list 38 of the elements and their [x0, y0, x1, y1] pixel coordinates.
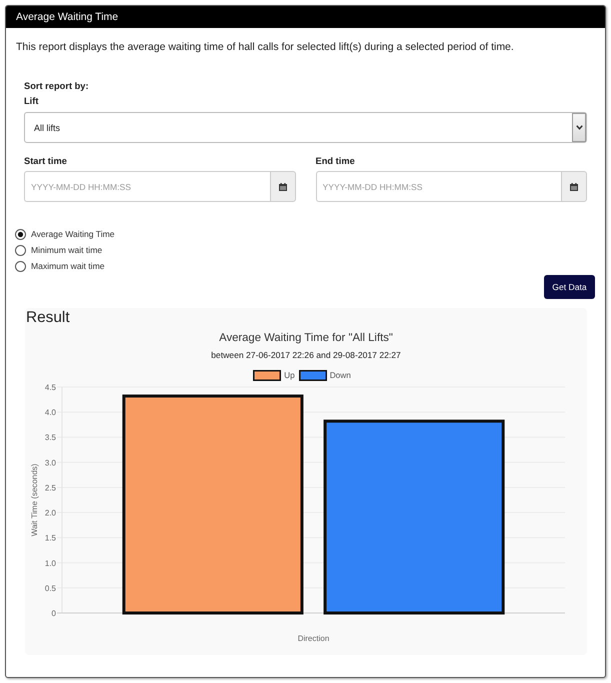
y-tick-label: 0.5 — [44, 584, 56, 593]
y-tick-label: 1.0 — [44, 558, 56, 568]
y-tick-label: 1.5 — [44, 533, 56, 542]
chart-title: Average Waiting Time for "All Lifts" — [219, 330, 393, 345]
y-tick-label: 0 — [52, 608, 56, 618]
y-axis-title: Wait Time (seconds) — [30, 463, 39, 536]
radio-label[interactable]: Minimum wait time — [31, 245, 102, 256]
y-tick-label: 2.0 — [44, 508, 56, 518]
calendar-icon — [570, 182, 578, 190]
date-time-field[interactable]: YYYY-MM-DD HH:MM:SS — [24, 171, 270, 202]
get-data-button[interactable]: Get Data — [544, 275, 595, 299]
report-description: This report displays the average waiting time of hall calls for selected lift(s) during a selected period of time. — [16, 40, 515, 54]
y-tick-label: 3.5 — [44, 432, 56, 442]
radio-button[interactable] — [15, 228, 26, 240]
field-label: End time — [316, 155, 355, 168]
chart-subtitle: between 27-06-2017 22:26 and 29-08-2017 22:27 — [211, 348, 401, 361]
chevron-down-icon — [572, 113, 586, 142]
calendar-icon — [278, 182, 286, 190]
legend-label: Down — [330, 370, 351, 382]
lift-select[interactable]: All lifts — [24, 112, 587, 143]
y-tick-label: 4.5 — [44, 382, 56, 392]
x-axis-title: Direction — [298, 634, 330, 643]
radio-button[interactable] — [15, 245, 26, 256]
y-tick-label: 2.5 — [44, 483, 56, 492]
panel-title: Average Waiting Time — [16, 10, 118, 24]
calendar-button[interactable] — [561, 171, 587, 202]
calendar-button[interactable] — [270, 171, 296, 202]
y-tick-label: 3.0 — [44, 458, 56, 467]
field-label: Start time — [24, 155, 67, 168]
sort-heading: Sort report by: — [24, 80, 89, 93]
result-heading: Result — [25, 308, 70, 327]
date-time-field[interactable]: YYYY-MM-DD HH:MM:SS — [316, 171, 561, 202]
y-tick-label: 4.0 — [44, 408, 56, 417]
radio-label[interactable]: Average Waiting Time — [31, 228, 115, 240]
radio-label[interactable]: Maximum wait time — [31, 261, 105, 272]
radio-button[interactable] — [15, 261, 26, 272]
field-label: Lift — [24, 95, 38, 108]
legend-label: Up — [284, 370, 295, 382]
